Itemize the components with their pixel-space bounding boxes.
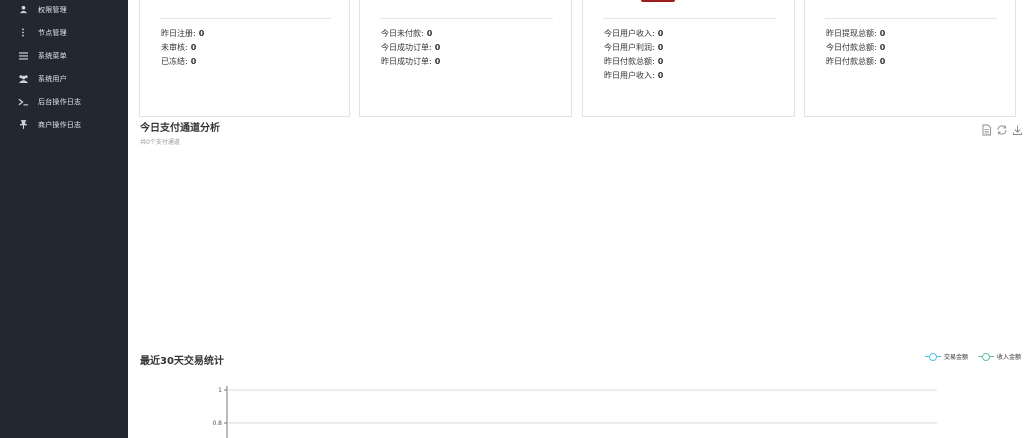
trend-chart: 10.8	[212, 386, 937, 438]
sidebar-item-label: 系统菜单	[38, 51, 67, 60]
sidebar-item-label: 节点管理	[38, 28, 67, 37]
sidebar-item-menus[interactable]: 系统菜单	[0, 44, 128, 67]
ellipsis-vertical-icon	[16, 28, 30, 37]
main-content: 昨日注册: 0 未审核: 0 已冻结: 0 今日未付款: 0 今日成功订单: 0 昨日成功…	[128, 0, 1024, 438]
sidebar-item-permissions[interactable]: 权限管理	[0, 0, 128, 21]
y-tick-label: 0.8	[212, 420, 222, 427]
users-icon	[16, 74, 30, 83]
users-group-icon	[16, 5, 30, 14]
sidebar: 权限管理 节点管理 系统菜单 系统用户 后台操作日志 商户操作日志	[0, 0, 128, 438]
sidebar-item-users[interactable]: 系统用户	[0, 67, 128, 90]
sidebar-item-admin-log[interactable]: 后台操作日志	[0, 90, 128, 113]
sidebar-item-label: 系统用户	[38, 74, 67, 83]
sidebar-item-label: 权限管理	[38, 5, 67, 14]
pin-icon	[16, 120, 30, 129]
sidebar-item-merchant-log[interactable]: 商户操作日志	[0, 113, 128, 136]
menu-icon	[16, 51, 30, 60]
sidebar-item-label: 后台操作日志	[38, 97, 82, 106]
sidebar-item-nodes[interactable]: 节点管理	[0, 21, 128, 44]
terminal-icon	[16, 98, 30, 106]
y-tick-label: 1	[218, 387, 222, 394]
sidebar-item-label: 商户操作日志	[38, 120, 82, 129]
